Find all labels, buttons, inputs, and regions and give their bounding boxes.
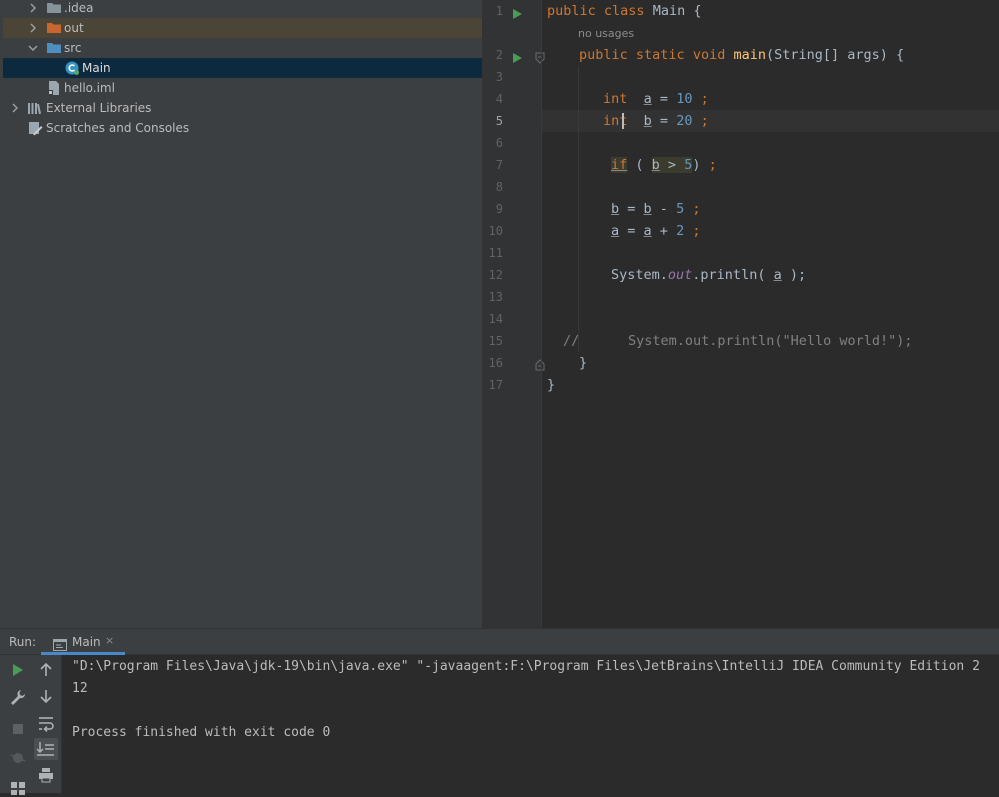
rerun-button[interactable] <box>8 660 28 680</box>
run-label: Run: <box>9 635 37 649</box>
line-number: 2 <box>495 48 503 62</box>
tree-item-idea[interactable]: .idea <box>3 0 482 18</box>
chevron-right-icon[interactable] <box>10 98 20 118</box>
line-number: 6 <box>495 136 503 150</box>
tree-item-scratches[interactable]: Scratches and Consoles <box>3 118 482 138</box>
line-number: 9 <box>495 202 503 216</box>
run-gutter-icon[interactable] <box>512 5 523 24</box>
code-line-10: a = a + 2 ; <box>611 223 701 239</box>
line-number: 7 <box>495 158 503 172</box>
project-tool-window: .idea out src Main hello.iml External Li… <box>0 0 483 628</box>
tree-item-label: hello.iml <box>64 81 115 95</box>
arrow-up-icon[interactable] <box>36 660 56 680</box>
tree-item-hello-iml[interactable]: hello.iml <box>3 78 482 98</box>
iml-file-icon <box>46 78 62 98</box>
folder-icon <box>46 0 62 18</box>
libraries-icon <box>27 98 43 118</box>
code-line-7: if ( b > 5) ; <box>611 157 717 173</box>
folder-orange-icon <box>46 18 62 38</box>
run-gutter-icon[interactable] <box>512 49 523 68</box>
line-number: 14 <box>488 312 503 326</box>
code-line-5: int b = 20 ; <box>603 113 709 129</box>
tree-item-label: External Libraries <box>46 101 152 115</box>
console-line: Process finished with exit code 0 <box>72 725 331 740</box>
code-line-2: public static void main(String[] args) { <box>579 47 905 63</box>
soft-wrap-icon[interactable] <box>36 713 56 733</box>
line-number: 17 <box>488 378 503 392</box>
no-usages-hint[interactable]: no usages <box>578 27 634 41</box>
console-line: 12 <box>72 681 88 696</box>
code-line-1: public class Main { <box>547 3 702 19</box>
code-line-15: // System.out.println("Hello world!"); <box>563 333 913 349</box>
print-icon[interactable] <box>36 765 56 785</box>
stop-button[interactable] <box>8 719 28 739</box>
run-tab-main[interactable]: Main × <box>41 629 125 655</box>
line-number: 11 <box>488 246 503 260</box>
code-line-9: b = b - 5 ; <box>611 201 701 217</box>
editor-gutter[interactable]: 1 2 3 4 5 6 7 8 9 10 11 12 13 14 15 16 1… <box>483 0 566 628</box>
code-area[interactable]: public class Main { no usages public sta… <box>542 0 999 628</box>
scroll-to-end-button[interactable] <box>34 738 58 760</box>
debug-icon[interactable] <box>8 747 28 767</box>
code-line-17: } <box>547 377 556 393</box>
chevron-down-icon[interactable] <box>28 38 38 58</box>
line-number: 8 <box>495 180 503 194</box>
chevron-right-icon[interactable] <box>28 0 38 18</box>
run-tool-window-header: Run: Main × <box>0 628 999 655</box>
run-toolbar <box>0 655 62 795</box>
tree-item-label: Scratches and Consoles <box>46 121 190 135</box>
tree-item-label: src <box>64 41 82 55</box>
tree-item-main[interactable]: Main <box>3 58 482 78</box>
code-line-16: } <box>579 355 588 371</box>
code-editor[interactable]: 1 2 3 4 5 6 7 8 9 10 11 12 13 14 15 16 1… <box>483 0 999 628</box>
text-caret <box>622 113 624 129</box>
line-number: 3 <box>495 70 503 84</box>
line-number: 16 <box>488 356 503 370</box>
tree-item-out[interactable]: out <box>3 18 482 38</box>
code-line-12: System.out.println( a ); <box>611 267 807 283</box>
folder-blue-icon <box>46 38 62 58</box>
console-line: "D:\Program Files\Java\jdk-19\bin\java.e… <box>72 659 980 674</box>
indent-guide <box>578 66 579 352</box>
line-number: 4 <box>495 92 503 106</box>
tree-item-label: out <box>64 21 84 35</box>
close-icon[interactable]: × <box>105 634 114 648</box>
wrench-icon[interactable] <box>8 687 28 707</box>
scratches-icon <box>27 118 43 138</box>
ide-window: .idea out src Main hello.iml External Li… <box>0 0 999 795</box>
run-tab-label: Main <box>72 635 101 649</box>
layout-icon[interactable] <box>8 777 28 797</box>
line-number: 12 <box>488 268 503 282</box>
line-number: 5 <box>495 114 503 128</box>
tree-item-label: .idea <box>64 1 94 15</box>
java-class-icon <box>64 58 80 78</box>
line-number: 1 <box>495 4 503 18</box>
console-icon <box>53 636 67 655</box>
chevron-right-icon[interactable] <box>28 18 38 38</box>
line-number: 10 <box>488 224 503 238</box>
tree-item-src[interactable]: src <box>3 38 482 58</box>
line-number: 13 <box>488 290 503 304</box>
run-console[interactable]: "D:\Program Files\Java\jdk-19\bin\java.e… <box>62 655 999 793</box>
tree-item-external-libraries[interactable]: External Libraries <box>3 98 482 118</box>
code-line-4: int a = 10 ; <box>603 91 709 107</box>
tree-item-label: Main <box>82 61 111 75</box>
arrow-down-icon[interactable] <box>36 686 56 706</box>
line-number: 15 <box>488 334 503 348</box>
